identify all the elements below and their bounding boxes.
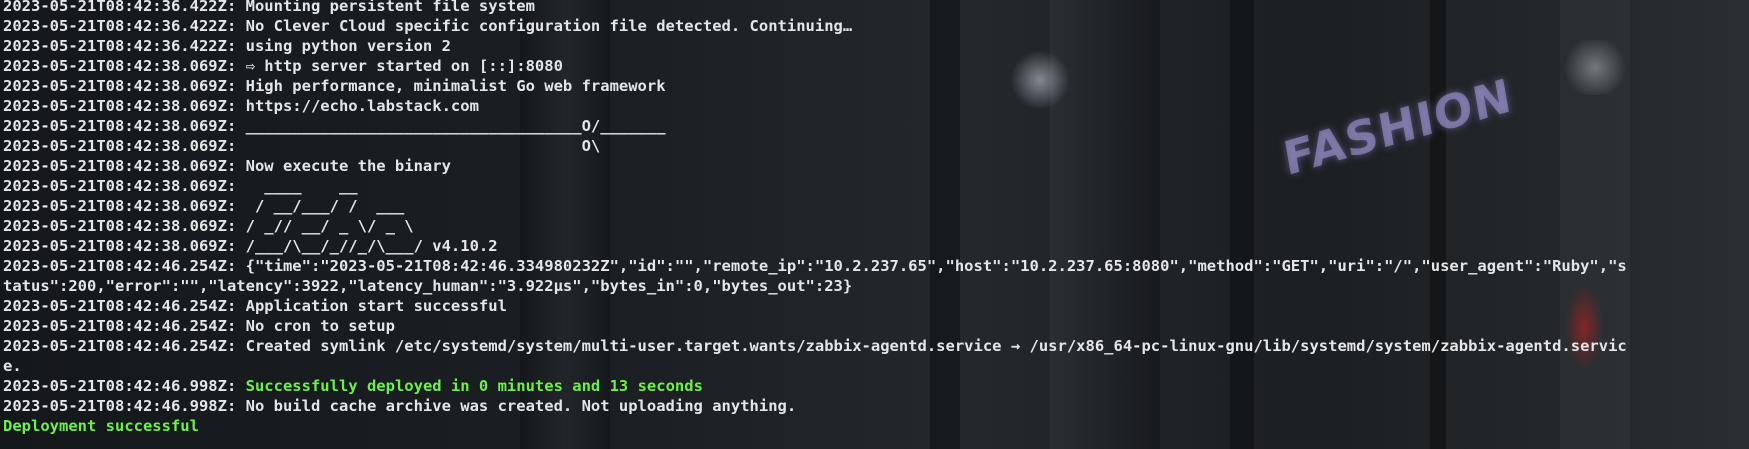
log-line: 2023-05-21T08:42:46.254Z: Created symlin… xyxy=(3,337,1627,355)
log-line: 2023-05-21T08:42:36.422Z: using python v… xyxy=(3,37,451,55)
log-line: 2023-05-21T08:42:36.422Z: No Clever Clou… xyxy=(3,17,853,35)
log-line: 2023-05-21T08:42:38.069Z: O\ xyxy=(3,137,601,155)
ascii-art-line: 2023-05-21T08:42:38.069Z: /___/\__/_//_/… xyxy=(3,237,498,255)
log-timestamp: 2023-05-21T08:42:46.998Z: xyxy=(3,377,246,395)
log-line: 2023-05-21T08:42:38.069Z: ______________… xyxy=(3,117,666,135)
ascii-art-line: 2023-05-21T08:42:38.069Z: / _// __/ _ \/… xyxy=(3,217,414,235)
deployment-successful-text: Deployment successful xyxy=(3,417,199,435)
ascii-art-line: 2023-05-21T08:42:38.069Z: ____ __ xyxy=(3,177,358,195)
log-line: 2023-05-21T08:42:38.069Z: https://echo.l… xyxy=(3,97,479,115)
deploy-success-message: Successfully deployed in 0 minutes and 1… xyxy=(245,377,703,395)
log-line: 2023-05-21T08:42:38.069Z: ⇨ http server … xyxy=(3,57,563,75)
log-line: 2023-05-21T08:42:46.254Z: Application st… xyxy=(3,297,507,315)
ascii-art-line: 2023-05-21T08:42:38.069Z: / __/___/ / __… xyxy=(3,197,405,215)
log-line: 2023-05-21T08:42:36.422Z: Mounting persi… xyxy=(3,0,535,15)
deploy-status-line: 2023-05-21T08:42:46.998Z: Successfully d… xyxy=(3,376,1746,396)
terminal-output[interactable]: 2023-05-21T08:42:36.422Z: Mounting persi… xyxy=(0,0,1749,436)
log-line: 2023-05-21T08:42:46.998Z: No build cache… xyxy=(3,397,797,415)
log-line: 2023-05-21T08:42:46.254Z: No cron to set… xyxy=(3,317,395,335)
log-line: 2023-05-21T08:42:38.069Z: Now execute th… xyxy=(3,157,451,175)
log-line: 2023-05-21T08:42:38.069Z: High performan… xyxy=(3,77,666,95)
log-line: e. xyxy=(3,357,22,375)
log-line: 2023-05-21T08:42:46.254Z: {"time":"2023-… xyxy=(3,257,1627,275)
log-line: tatus":200,"error":"","latency":3922,"la… xyxy=(3,277,853,295)
